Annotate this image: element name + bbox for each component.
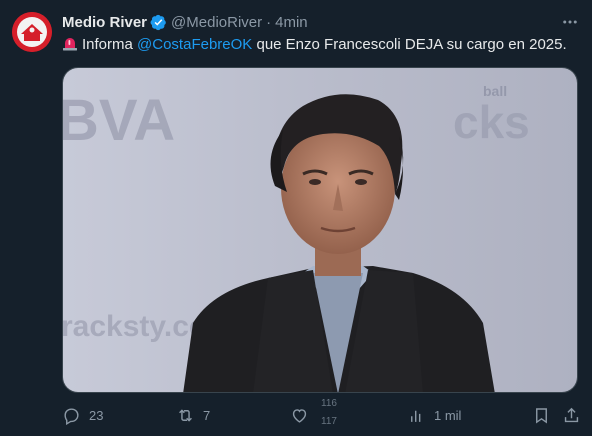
verified-badge-icon <box>150 14 166 30</box>
views-button[interactable]: 1 mil <box>407 400 461 430</box>
bookmark-button[interactable] <box>532 400 559 430</box>
siren-icon <box>63 38 77 51</box>
author-handle[interactable]: @MedioRiver <box>171 14 262 31</box>
like-icon <box>292 408 307 423</box>
reply-icon <box>64 407 79 425</box>
repost-icon <box>179 408 192 422</box>
tweet-text-rest: que Enzo Francescoli DEJA su cargo en 20… <box>252 36 567 53</box>
like-count-rolling: 116 117 <box>321 398 337 429</box>
tweet[interactable]: Medio River @MedioRiver · 4min Informa @… <box>0 0 592 436</box>
separator-dot: · <box>266 13 272 31</box>
mention-link[interactable]: @CostaFebreOK <box>137 36 252 53</box>
share-button[interactable] <box>562 400 589 430</box>
tweet-header: Medio River @MedioRiver · 4min <box>62 12 308 32</box>
reply-button[interactable]: 23 <box>62 400 103 430</box>
avatar[interactable] <box>12 12 52 52</box>
author-name[interactable]: Medio River <box>62 14 147 31</box>
more-icon[interactable] <box>560 12 580 32</box>
tweet-actions: 23 7 116 117 1 mil <box>62 398 580 430</box>
views-count: 1 mil <box>434 407 462 423</box>
reply-count: 23 <box>89 407 104 423</box>
views-icon <box>411 410 421 422</box>
photo-man-press-conference: BVA ball cks racksty.com <box>63 68 577 392</box>
share-icon <box>564 407 579 422</box>
avatar-logo <box>12 12 52 52</box>
like-button[interactable]: 116 117 <box>290 398 337 430</box>
tweet-media-image[interactable]: BVA ball cks racksty.com <box>62 67 578 393</box>
background-logo-right: cks <box>453 96 530 148</box>
like-count-old: 116 <box>321 398 337 409</box>
repost-count: 7 <box>203 407 211 423</box>
tweet-text-lead: Informa <box>82 36 138 53</box>
bookmark-icon <box>536 407 547 424</box>
tweet-time[interactable]: 4min <box>275 14 308 31</box>
repost-button[interactable]: 7 <box>176 400 210 430</box>
background-logo-left: BVA <box>63 88 175 153</box>
like-count-new: 117 <box>321 416 337 427</box>
tweet-text: Informa @CostaFebreOK que Enzo Francesco… <box>62 35 567 55</box>
